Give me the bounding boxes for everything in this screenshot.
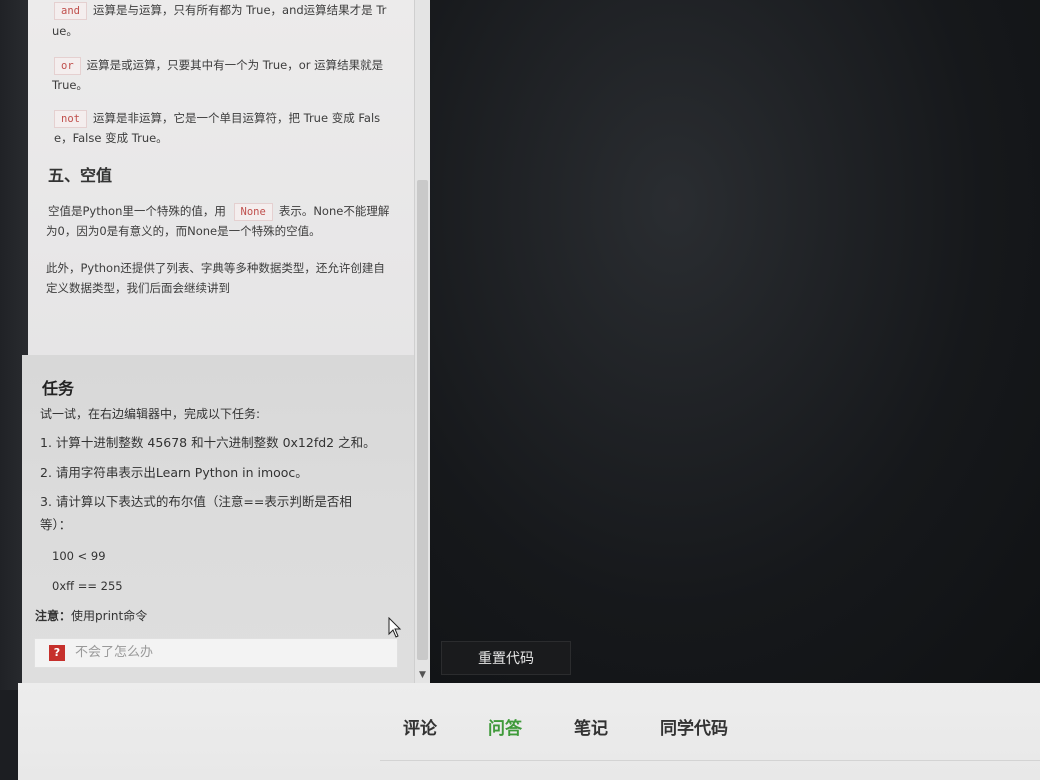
expression-2: 0xff == 255	[52, 579, 123, 593]
tab-classmate-code[interactable]: 同学代码	[660, 714, 728, 739]
task-note: 注意：使用print命令	[35, 609, 148, 623]
extra-paragraph-cont: 定义数据类型，我们后面会继续讲到	[46, 281, 230, 295]
task-intro: 试一试，在右边编辑器中，完成以下任务:	[40, 407, 261, 421]
tab-notes[interactable]: 笔记	[574, 714, 608, 739]
or-keyword: or	[54, 57, 81, 75]
section-heading: 五、空值	[48, 166, 113, 185]
scrollbar-thumb[interactable]	[417, 180, 428, 660]
reset-code-button[interactable]: 重置代码	[441, 641, 571, 675]
extra-paragraph: 此外，Python还提供了列表、字典等多种数据类型，还允许创建自	[46, 261, 385, 275]
scroll-down-arrow-icon[interactable]: ▼	[417, 669, 428, 681]
task-item-1: 1. 计算十进制整数 45678 和十六进制整数 0x12fd2 之和。	[40, 435, 376, 450]
lesson-content: and 运算是与运算，只有所有都为 True，and运算结果才是 Tr ue。 o…	[28, 0, 416, 355]
expression-1: 100 < 99	[52, 549, 106, 563]
lesson-scrollbar[interactable]: ▼	[414, 0, 430, 683]
not-paragraph-cont: e，False 变成 True。	[54, 131, 168, 145]
question-mark-icon: ?	[49, 645, 65, 661]
none-paragraph-cont: 为0，因为0是有意义的，而None是一个特殊的空值。	[46, 224, 321, 238]
and-paragraph: and 运算是与运算，只有所有都为 True，and运算结果才是 Tr	[54, 0, 386, 21]
help-label: 不会了怎么办	[75, 645, 154, 660]
and-keyword: and	[54, 2, 87, 20]
or-paragraph: or 运算是或运算，只要其中有一个为 True，or 运算结果就是	[54, 54, 383, 76]
task-item-2: 2. 请用字符串表示出Learn Python in imooc。	[40, 465, 308, 480]
code-editor[interactable]	[430, 0, 1040, 683]
help-link[interactable]: ? 不会了怎么办	[34, 638, 398, 668]
task-title: 任务	[42, 379, 75, 398]
task-item-3: 3. 请计算以下表达式的布尔值（注意==表示判断是否相	[40, 494, 352, 509]
not-paragraph: not 运算是非运算，它是一个单目运算符，把 True 变成 Fals	[54, 107, 380, 129]
or-paragraph-cont: True。	[52, 78, 88, 92]
not-keyword: not	[54, 110, 87, 128]
task-panel: 任务 试一试，在右边编辑器中，完成以下任务: 1. 计算十进制整数 45678 …	[22, 355, 416, 683]
tab-qa[interactable]: 问答	[488, 714, 522, 739]
none-keyword: None	[233, 203, 273, 221]
tab-divider	[380, 760, 1040, 761]
mouse-pointer-icon	[388, 617, 402, 638]
none-paragraph: 空值是Python里一个特殊的值，用 None 表示。None不能理解	[48, 200, 389, 222]
and-paragraph-cont: ue。	[52, 24, 78, 38]
bottom-tab-bar	[18, 683, 1040, 780]
task-item-3-cont: 等）：	[40, 517, 72, 532]
tab-comments[interactable]: 评论	[403, 714, 437, 739]
